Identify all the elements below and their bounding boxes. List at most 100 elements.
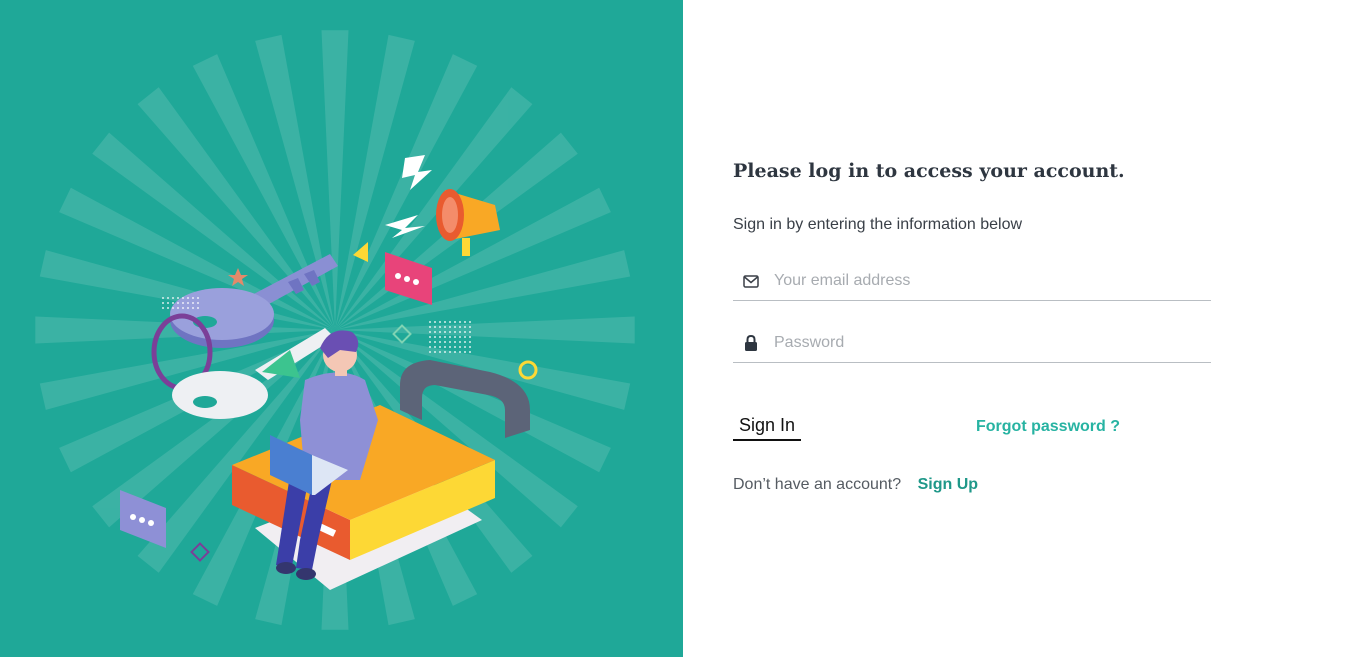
envelope-icon (742, 272, 760, 290)
decor-dot (434, 326, 436, 328)
signup-prompt: Don’t have an account? (733, 476, 902, 493)
decor-dot (187, 307, 189, 309)
decor-dot (459, 336, 461, 338)
email-input[interactable] (774, 272, 1194, 290)
decor-dot (439, 331, 441, 333)
decor-dot (192, 302, 194, 304)
decor-dot (187, 297, 189, 299)
decor-dot (172, 297, 174, 299)
decor-dot (469, 326, 471, 328)
decor-dot (429, 341, 431, 343)
decor-dot (464, 331, 466, 333)
decor-dot (444, 331, 446, 333)
decor-dot (459, 341, 461, 343)
decor-dot (182, 307, 184, 309)
security-illustration (35, 30, 635, 630)
decor-dot (434, 321, 436, 323)
login-form-panel: Please log in to access your account. Si… (683, 0, 1366, 657)
decor-dot (449, 346, 451, 348)
password-field-row (733, 324, 1211, 363)
password-input[interactable] (774, 334, 1194, 352)
decor-dot (459, 326, 461, 328)
decor-dot (429, 326, 431, 328)
decor-dot (429, 321, 431, 323)
decor-dot (197, 302, 199, 304)
decor-dot (454, 326, 456, 328)
decor-dot (434, 346, 436, 348)
decor-dot (444, 346, 446, 348)
decor-dot (162, 297, 164, 299)
decor-dot (464, 336, 466, 338)
decor-dot (444, 351, 446, 353)
decor-dot (439, 326, 441, 328)
decor-dot (177, 297, 179, 299)
decor-dot (162, 302, 164, 304)
email-field-row (733, 262, 1211, 301)
decor-dot (444, 321, 446, 323)
decor-dot (182, 297, 184, 299)
decor-dot (459, 346, 461, 348)
decor-dot (167, 297, 169, 299)
decor-dot (439, 341, 441, 343)
decor-dot (444, 336, 446, 338)
decor-dot (459, 331, 461, 333)
sign-up-link[interactable]: Sign Up (918, 476, 978, 493)
decor-dot (434, 336, 436, 338)
decor-dot (439, 321, 441, 323)
decor-dot (439, 351, 441, 353)
decor-dot (177, 307, 179, 309)
decor-dot (187, 302, 189, 304)
decor-dot (449, 321, 451, 323)
decor-dot (429, 351, 431, 353)
decor-dot (449, 351, 451, 353)
decor-dot (469, 336, 471, 338)
decor-dot (192, 297, 194, 299)
decor-dot (459, 321, 461, 323)
decor-dot (429, 336, 431, 338)
decor-dot (459, 351, 461, 353)
decor-dot (449, 336, 451, 338)
decor-dot (444, 326, 446, 328)
decor-dot (177, 302, 179, 304)
decor-dot (434, 331, 436, 333)
decor-dot (167, 307, 169, 309)
forgot-password-link[interactable]: Forgot password ? (976, 418, 1120, 436)
decor-dot (454, 351, 456, 353)
decor-dot (172, 307, 174, 309)
decor-dot (469, 346, 471, 348)
decor-dot (469, 351, 471, 353)
form-subtitle: Sign in by entering the information belo… (733, 216, 1023, 233)
decor-dot (172, 302, 174, 304)
decor-dot (434, 351, 436, 353)
decor-dot (167, 302, 169, 304)
decor-dot (469, 331, 471, 333)
decor-dot (449, 341, 451, 343)
login-page: Please log in to access your account. Si… (0, 0, 1366, 657)
decor-dot (464, 321, 466, 323)
square-decor-purple (190, 542, 210, 562)
sign-in-button[interactable]: Sign In (733, 413, 802, 441)
decor-dot (182, 302, 184, 304)
decor-dot (449, 326, 451, 328)
decor-dot (449, 331, 451, 333)
signup-row: Don’t have an account? Sign Up (733, 476, 978, 494)
decor-dot (197, 307, 199, 309)
decor-dot (444, 341, 446, 343)
decor-dot (434, 341, 436, 343)
decor-dot (464, 346, 466, 348)
page-title: Please log in to access your account. (733, 160, 1125, 182)
lock-icon (742, 334, 760, 352)
decor-dot (454, 321, 456, 323)
decor-dot (429, 346, 431, 348)
decor-dot (464, 326, 466, 328)
decor-dot (469, 341, 471, 343)
decor-dot (454, 336, 456, 338)
decor-dot (454, 331, 456, 333)
decor-dot (192, 307, 194, 309)
decor-dot (439, 346, 441, 348)
decor-dot (439, 336, 441, 338)
illustration-panel (0, 0, 683, 657)
decor-dot (454, 341, 456, 343)
chat-bubble-purple (120, 490, 166, 548)
decor-dot (464, 351, 466, 353)
